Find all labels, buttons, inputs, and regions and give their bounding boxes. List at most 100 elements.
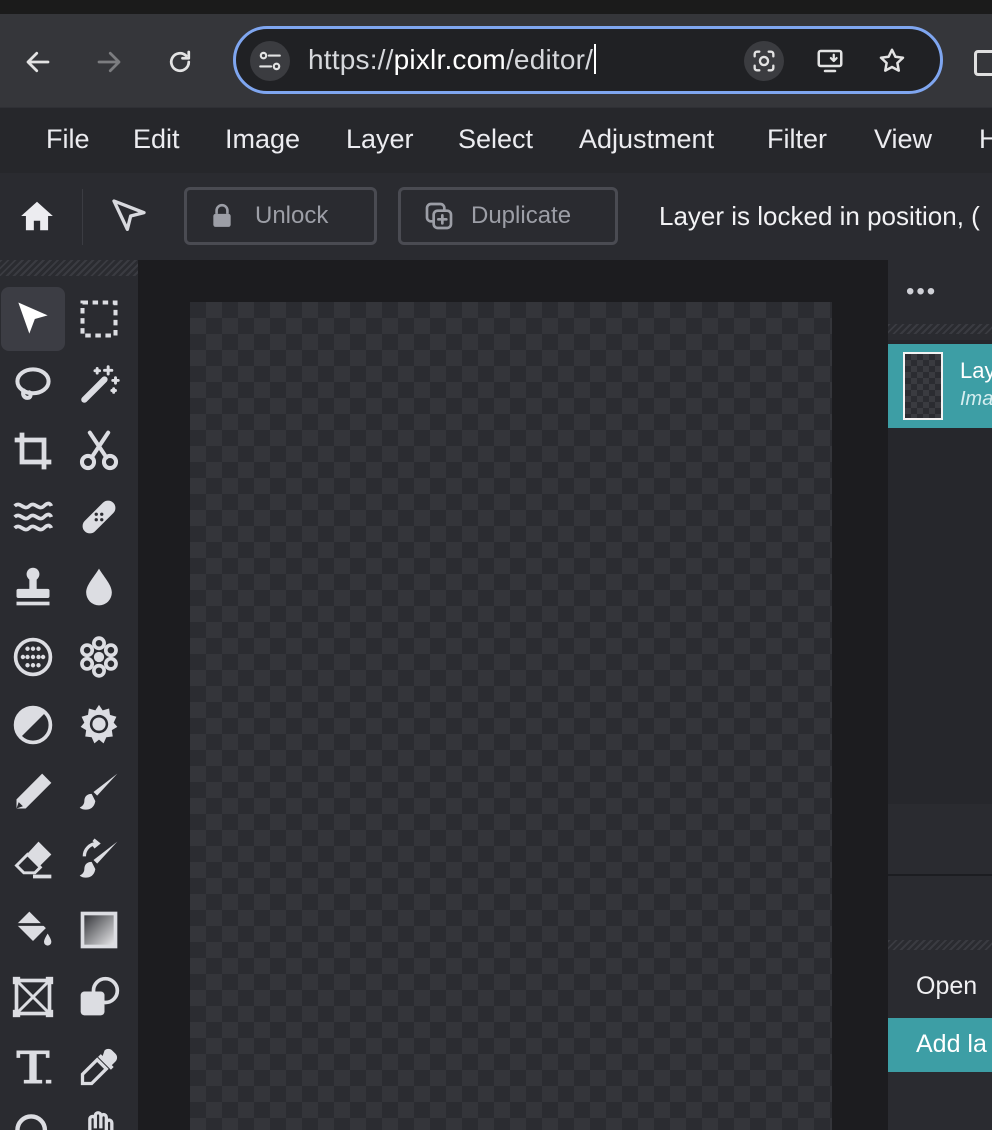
sharpen-tool[interactable] bbox=[67, 693, 131, 757]
layer-row[interactable]: Lay Ima bbox=[888, 344, 992, 428]
panel-drag-handle[interactable] bbox=[888, 324, 992, 334]
gradient-tool[interactable] bbox=[67, 898, 131, 962]
crop-tool[interactable] bbox=[1, 419, 65, 483]
panel-drag-handle[interactable] bbox=[888, 940, 992, 950]
text-caret bbox=[594, 44, 597, 74]
stamp-icon bbox=[16, 567, 50, 606]
layer-name: Lay bbox=[960, 358, 992, 383]
gear-sun-icon bbox=[80, 704, 118, 744]
pointer-arrow-icon bbox=[112, 199, 146, 231]
pen-icon bbox=[16, 773, 52, 809]
browser-toolbar: https://pixlr.com/editor/ bbox=[0, 0, 992, 107]
menu-view[interactable]: View bbox=[874, 124, 932, 155]
cutout-tool[interactable] bbox=[67, 419, 131, 483]
drop-icon bbox=[86, 568, 112, 606]
url-text[interactable]: https://pixlr.com/editor/ bbox=[308, 44, 597, 76]
blur-tool[interactable] bbox=[67, 555, 131, 619]
arrange-tool[interactable] bbox=[1, 287, 65, 351]
wave-icon bbox=[13, 501, 54, 532]
layer-type: Ima bbox=[960, 388, 992, 410]
half-circle-icon bbox=[13, 705, 53, 745]
panel-more-options-icon[interactable]: ••• bbox=[906, 278, 937, 306]
text-tool[interactable] bbox=[1, 1035, 65, 1099]
menu-adjustment[interactable]: Adjustment bbox=[579, 124, 714, 155]
menu-select[interactable]: Select bbox=[458, 124, 533, 155]
sponge-tool[interactable] bbox=[1, 625, 65, 689]
menu-help[interactable]: H bbox=[979, 124, 992, 155]
forward-button[interactable] bbox=[87, 40, 131, 84]
duplicate-label: Duplicate bbox=[471, 202, 572, 229]
eraser-tool[interactable] bbox=[1, 828, 65, 892]
brush-swap-icon bbox=[79, 838, 118, 878]
url-scheme: https:// bbox=[308, 44, 394, 75]
arrange-tool-indicator bbox=[104, 193, 154, 239]
zoom-tool[interactable] bbox=[1, 1100, 65, 1130]
shapes-icon bbox=[80, 976, 120, 1016]
install-app-icon[interactable] bbox=[810, 41, 850, 81]
tool-options-bar: Unlock Duplicate Layer is locked in posi… bbox=[0, 173, 992, 260]
divider bbox=[888, 874, 992, 876]
tab-search-icon[interactable] bbox=[974, 50, 992, 76]
home-icon bbox=[21, 201, 53, 231]
layer-locked-message: Layer is locked in position, ( bbox=[659, 201, 980, 231]
address-bar[interactable]: https://pixlr.com/editor/ bbox=[233, 26, 943, 94]
fill-tool[interactable] bbox=[1, 898, 65, 962]
hand-tool[interactable] bbox=[67, 1100, 131, 1130]
shape-tool[interactable] bbox=[1, 965, 65, 1029]
heal-tool[interactable] bbox=[67, 485, 131, 549]
eraser-icon bbox=[14, 841, 52, 879]
url-path: /editor/ bbox=[505, 44, 594, 75]
magnifier-icon bbox=[15, 1114, 48, 1130]
unlock-label: Unlock bbox=[255, 202, 329, 229]
menu-filter[interactable]: Filter bbox=[767, 124, 827, 155]
pointer-arrow-icon bbox=[18, 302, 48, 334]
brush-tool[interactable] bbox=[67, 760, 131, 824]
transparent-canvas[interactable] bbox=[190, 302, 832, 1130]
eyedropper-icon bbox=[80, 1048, 118, 1086]
lock-icon bbox=[213, 203, 231, 227]
unlock-button[interactable]: Unlock bbox=[184, 187, 377, 245]
crop-icon bbox=[14, 432, 52, 470]
duplicate-icon bbox=[425, 202, 453, 230]
liquify-tool[interactable] bbox=[1, 485, 65, 549]
url-host: pixlr.com bbox=[393, 44, 506, 75]
dashed-rectangle-icon bbox=[80, 300, 118, 338]
frame-x-icon bbox=[12, 976, 54, 1018]
google-lens-icon[interactable] bbox=[744, 41, 784, 81]
hand-icon bbox=[88, 1111, 114, 1130]
magic-wand-tool[interactable] bbox=[67, 353, 131, 417]
duplicate-button[interactable]: Duplicate bbox=[398, 187, 618, 245]
clone-tool[interactable] bbox=[1, 555, 65, 619]
menu-image[interactable]: Image bbox=[225, 124, 300, 155]
burn-tool[interactable] bbox=[1, 693, 65, 757]
reload-button[interactable] bbox=[158, 40, 202, 84]
menu-layer[interactable]: Layer bbox=[346, 124, 414, 155]
lasso-icon bbox=[15, 367, 51, 400]
magic-wand-icon bbox=[81, 365, 120, 403]
add-layer-button[interactable]: Add la bbox=[888, 1018, 992, 1072]
divider bbox=[82, 189, 83, 245]
forward-arrow-icon bbox=[97, 51, 121, 73]
dotted-circle-icon bbox=[13, 637, 53, 677]
pencil-tool[interactable] bbox=[1, 760, 65, 824]
toolbox-drag-handle[interactable] bbox=[0, 260, 138, 276]
bookmark-star-icon[interactable] bbox=[872, 41, 912, 81]
dodge-tool[interactable] bbox=[67, 625, 131, 689]
home-button[interactable] bbox=[14, 193, 60, 239]
brush-icon bbox=[79, 773, 118, 810]
layers-panel: ••• Lay Ima Open Add la bbox=[888, 260, 992, 1130]
layers-list: Lay Ima bbox=[888, 340, 992, 804]
marquee-tool[interactable] bbox=[67, 287, 131, 351]
scissors-icon bbox=[79, 430, 119, 471]
lasso-tool[interactable] bbox=[1, 353, 65, 417]
color-replace-tool[interactable] bbox=[67, 828, 131, 892]
back-button[interactable] bbox=[16, 40, 60, 84]
eyedropper-tool[interactable] bbox=[67, 1035, 131, 1099]
reload-icon bbox=[169, 50, 191, 73]
site-settings-icon[interactable] bbox=[250, 41, 290, 81]
open-image-button[interactable]: Open bbox=[888, 960, 992, 1014]
menu-edit[interactable]: Edit bbox=[133, 124, 180, 155]
menu-file[interactable]: File bbox=[46, 124, 90, 155]
element-tool[interactable] bbox=[67, 965, 131, 1029]
canvas-workspace[interactable] bbox=[138, 260, 888, 1130]
